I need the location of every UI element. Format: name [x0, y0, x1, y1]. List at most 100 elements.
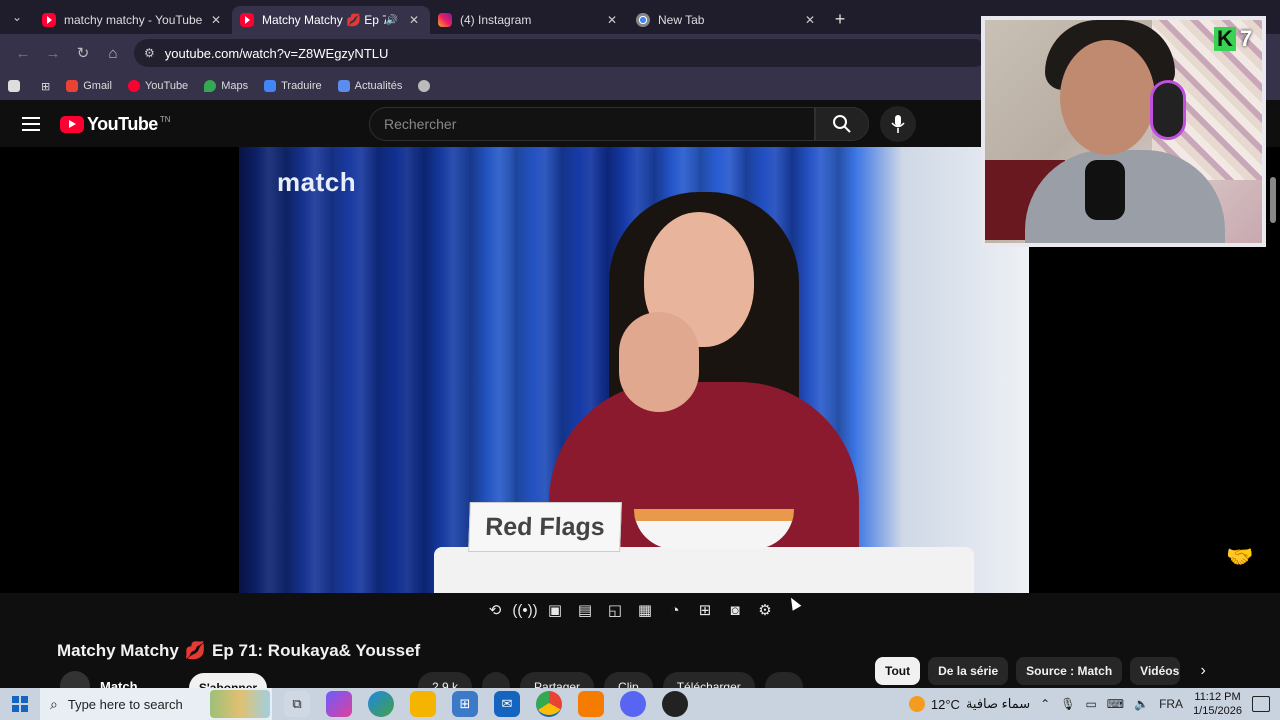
tab-new-tab[interactable]: New Tab ✕ [628, 6, 826, 34]
obs-icon[interactable] [662, 691, 688, 717]
youtube-icon [240, 13, 254, 27]
chip-videos[interactable]: Vidéos s [1130, 657, 1181, 685]
youtube-logo[interactable]: YouTube TN [60, 114, 171, 135]
aspect-icon[interactable]: ◱ [604, 599, 626, 621]
windows-start-button[interactable] [0, 696, 40, 712]
mouse-cursor-icon [786, 595, 802, 611]
reload-icon[interactable]: ↻ [68, 44, 98, 62]
bookmark-label: Maps [221, 80, 249, 92]
globe-icon[interactable] [418, 80, 435, 92]
search-icon [833, 115, 851, 133]
battery-icon[interactable]: ▭ [1085, 697, 1096, 711]
microphone-icon [891, 115, 905, 133]
store-icon[interactable]: ⊞ [452, 691, 478, 717]
clock[interactable]: 11:12 PM 1/15/2026 [1193, 690, 1242, 718]
chip-source-match[interactable]: Source : Match [1016, 657, 1123, 685]
chevron-right-icon[interactable]: › [1188, 657, 1218, 685]
discord-icon[interactable] [620, 691, 646, 717]
loop-icon[interactable]: ⟲ [484, 599, 506, 621]
close-icon[interactable]: ✕ [406, 13, 422, 27]
notification-icon[interactable] [1252, 696, 1270, 712]
mail-icon[interactable]: ✉ [494, 691, 520, 717]
apps-icon[interactable]: ⊞ [41, 80, 50, 93]
screenshot-icon[interactable]: ◙ [724, 599, 746, 621]
menu-icon[interactable] [22, 117, 40, 131]
headset-icon [1150, 80, 1186, 140]
new-tab-button[interactable]: + [826, 9, 854, 30]
taskbar-search-placeholder: Type here to search [67, 696, 183, 712]
bookmark-traduire[interactable]: Traduire [264, 80, 322, 92]
video-watermark-logo: match [277, 167, 357, 197]
related-chips: Tout De la série Source : Match Vidéos s… [875, 657, 1218, 685]
bookmark-maps[interactable]: Maps [204, 80, 248, 92]
translate-icon [264, 80, 277, 92]
page-scrollbar[interactable] [1268, 147, 1278, 687]
windows-icon [12, 696, 28, 712]
site-info-icon[interactable]: ⚙ [144, 46, 155, 60]
back-icon[interactable]: ← [8, 45, 38, 62]
taskbar-search[interactable]: ⌕ Type here to search [40, 688, 272, 720]
theater-icon[interactable]: ▤ [574, 599, 596, 621]
temperature: 12°C [930, 696, 960, 712]
tab-matchy-video[interactable]: Matchy Matchy 💋 Ep 71: R 🔊 ✕ [232, 6, 430, 34]
address-bar[interactable]: ⚙ youtube.com/watch?v=Z8WEgzyNTLU [134, 39, 988, 67]
tab-title: Matchy Matchy 💋 Ep 71: R [262, 13, 386, 27]
task-view-icon[interactable]: ⧉ [284, 691, 310, 717]
bookmark-label: YouTube [144, 80, 189, 92]
edge-icon[interactable] [368, 691, 394, 717]
close-icon[interactable]: ✕ [604, 13, 620, 27]
gmail-icon [66, 80, 79, 92]
tab-title: (4) Instagram [460, 13, 532, 27]
video-frame[interactable]: match Red Flags [239, 147, 1029, 593]
handshake-icon: 🤝 [1226, 544, 1254, 569]
add-frame-icon[interactable]: ⊞ [694, 599, 716, 621]
search-input[interactable] [384, 116, 814, 132]
voice-search-button[interactable] [880, 106, 916, 142]
tab-instagram[interactable]: (4) Instagram ✕ [430, 6, 628, 34]
tab-title: matchy matchy - YouTube [64, 13, 203, 27]
volume-icon[interactable]: 🔈 [1134, 697, 1149, 711]
bookmark-actualites[interactable]: Actualités [337, 80, 402, 92]
bookmark-label: Traduire [281, 80, 322, 92]
chrome-icon[interactable] [536, 691, 562, 717]
tab-youtube-search[interactable]: matchy matchy - YouTube ✕ [34, 6, 232, 34]
youtube-icon [60, 115, 84, 133]
search-box[interactable] [369, 107, 815, 141]
bookmark-label: Gmail [83, 80, 112, 92]
home-icon[interactable]: ⌂ [98, 45, 128, 62]
speaker-icon[interactable]: 🔊 [386, 15, 398, 26]
sublime-icon[interactable] [578, 691, 604, 717]
bookmark-youtube[interactable]: YouTube [127, 80, 189, 92]
language-indicator[interactable]: FRA [1159, 697, 1183, 711]
network-icon[interactable]: ⌨ [1107, 697, 1124, 711]
search-button[interactable] [815, 107, 869, 141]
copilot-icon[interactable] [326, 691, 352, 717]
broadcast-icon[interactable]: ((•)) [512, 599, 537, 621]
table [434, 547, 974, 593]
file-explorer-icon[interactable] [410, 691, 436, 717]
url-text: youtube.com/watch?v=Z8WEgzyNTLU [164, 45, 389, 61]
weather-text: سماء صافية [965, 696, 1031, 711]
close-icon[interactable]: ✕ [208, 13, 224, 27]
chip-de-la-serie[interactable]: De la série [928, 657, 1009, 685]
weather-widget[interactable]: 12°C سماء صافية [908, 696, 1031, 712]
speed-icon[interactable]: ◔ [664, 599, 686, 621]
bookmark-gmail[interactable]: Gmail [66, 80, 112, 92]
tab-search-button[interactable]: ⌄ [0, 0, 34, 34]
close-icon[interactable]: ✕ [802, 13, 818, 27]
webcam-overlay: K 7 [981, 16, 1266, 247]
crop-icon[interactable]: ▦ [634, 599, 656, 621]
youtube-icon [127, 80, 140, 92]
logo-text: YouTube [87, 113, 158, 134]
video-title: Matchy Matchy 💋 Ep 71: Roukaya& Youssef [57, 641, 420, 661]
settings-icon[interactable]: ⚙ [754, 599, 776, 621]
bookmark-folder-icon[interactable] [8, 80, 25, 92]
watch-icon[interactable]: ▣ [544, 599, 566, 621]
chevron-up-icon[interactable]: ⌃ [1040, 697, 1050, 711]
microphone-icon[interactable]: 🎙 [1060, 697, 1075, 711]
maps-icon [204, 80, 217, 92]
forward-icon[interactable]: → [38, 45, 68, 62]
chip-tout[interactable]: Tout [875, 657, 921, 685]
system-tray: 12°C سماء صافية ⌃ 🎙 ▭ ⌨ 🔈 FRA 11:12 PM 1… [908, 688, 1280, 720]
news-icon [337, 80, 350, 92]
